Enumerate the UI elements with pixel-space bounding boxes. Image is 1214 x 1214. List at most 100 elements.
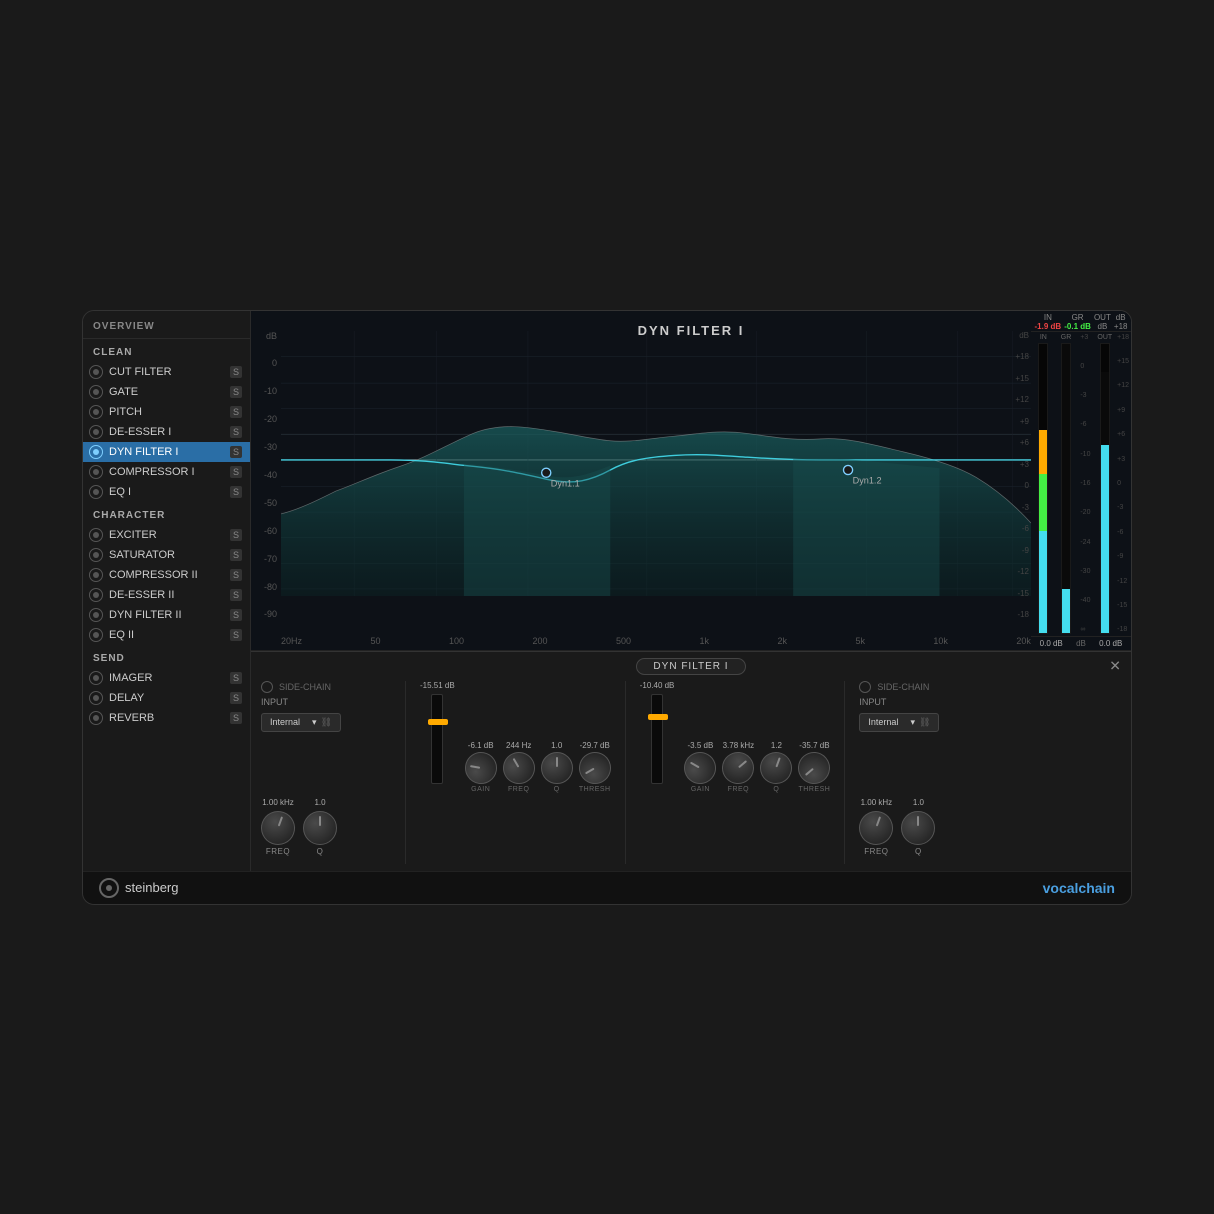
s-badge[interactable]: S bbox=[230, 629, 242, 641]
freq-label-right: FREQ bbox=[864, 847, 888, 856]
s-badge[interactable]: S bbox=[230, 406, 242, 418]
item-power-icon bbox=[89, 385, 103, 399]
s-badge[interactable]: S bbox=[230, 529, 242, 541]
sidebar-item-delay[interactable]: DELAY S bbox=[83, 688, 250, 708]
item-power-icon bbox=[89, 445, 103, 459]
dyn1-gain-val: -6.1 dB bbox=[468, 741, 494, 750]
brand-name: steinberg bbox=[125, 880, 178, 895]
section-label-clean: CLEAN bbox=[83, 339, 250, 362]
dyn2-thresh-val: -35.7 dB bbox=[799, 741, 829, 750]
sidebar-item-label: COMPRESSOR II bbox=[109, 569, 230, 581]
sc-circle[interactable] bbox=[261, 681, 273, 693]
s-badge[interactable]: S bbox=[230, 589, 242, 601]
sidebar-item-saturator[interactable]: SATURATOR S bbox=[83, 545, 250, 565]
sidebar-item-label: REVERB bbox=[109, 712, 230, 724]
dyn2-freq-val: 3.78 kHz bbox=[723, 741, 755, 750]
input-label-left: INPUT bbox=[261, 697, 391, 707]
bottom-out-value: 0.0 dB bbox=[1099, 639, 1122, 648]
item-power-icon bbox=[89, 528, 103, 542]
sidebar-item-cut-filter[interactable]: CUT FILTER S bbox=[83, 362, 250, 382]
sidebar-item-dyn-filter-i[interactable]: DYN FILTER I S bbox=[83, 442, 250, 462]
s-badge[interactable]: S bbox=[230, 446, 242, 458]
sidebar-item-de-esser-ii[interactable]: DE-ESSER II S bbox=[83, 585, 250, 605]
close-button[interactable]: ✕ bbox=[1109, 658, 1121, 675]
s-badge[interactable]: S bbox=[230, 486, 242, 498]
dyn2-q-val: 1.2 bbox=[771, 741, 782, 750]
dyn1-fader-track[interactable] bbox=[431, 694, 443, 784]
dyn2-q-group: 1.2 Q bbox=[760, 741, 792, 793]
item-power-icon bbox=[89, 608, 103, 622]
input-dropdown-right[interactable]: Internal ▾ ⛓ bbox=[859, 713, 939, 732]
divider-2 bbox=[625, 681, 626, 864]
knob-group-q-left: 1.0 Q bbox=[303, 798, 337, 856]
item-power-icon bbox=[89, 405, 103, 419]
s-badge[interactable]: S bbox=[230, 692, 242, 704]
s-badge[interactable]: S bbox=[230, 609, 242, 621]
sidebar-item-label: EQ II bbox=[109, 629, 230, 641]
s-badge[interactable]: S bbox=[230, 426, 242, 438]
freq-knob-right[interactable] bbox=[855, 806, 899, 850]
sidebar-item-dyn-filter-ii[interactable]: DYN FILTER II S bbox=[83, 605, 250, 625]
sidebar-item-label: CUT FILTER bbox=[109, 366, 230, 378]
out-meter-col: OUT bbox=[1094, 334, 1115, 634]
dyn1-freq-knob[interactable] bbox=[497, 746, 541, 790]
dyn1-thresh-group: -29.7 dB THRESH bbox=[579, 741, 611, 793]
gr-meter-col: GR bbox=[1056, 334, 1077, 634]
dyn1-gain-knob[interactable] bbox=[462, 749, 499, 786]
sidebar-item-label: DELAY bbox=[109, 692, 230, 704]
dyn2-q-knob[interactable] bbox=[756, 747, 797, 788]
dyn2-freq-knob[interactable] bbox=[716, 745, 761, 790]
s-badge[interactable]: S bbox=[230, 366, 242, 378]
freq-knob-left[interactable] bbox=[256, 806, 300, 850]
main-content: DYN FILTER I dB 0 -10 -20 -30 -40 -50 -6… bbox=[251, 311, 1131, 871]
sidebar-item-gate[interactable]: GATE S bbox=[83, 382, 250, 402]
sidebar-item-pitch[interactable]: PITCH S bbox=[83, 402, 250, 422]
q-knob-right[interactable] bbox=[901, 811, 935, 845]
in-value: -1.9 dB bbox=[1035, 322, 1062, 331]
side-chain-left: SIDE-CHAIN bbox=[261, 681, 391, 693]
divider-1 bbox=[405, 681, 406, 864]
sidebar-item-imager[interactable]: IMAGER S bbox=[83, 668, 250, 688]
q-knob-left[interactable] bbox=[303, 811, 337, 845]
input-dropdown-left[interactable]: Internal ▾ ⛓ bbox=[261, 713, 341, 732]
input-label-right: INPUT bbox=[859, 697, 989, 707]
sidebar-item-label: GATE bbox=[109, 386, 230, 398]
dyn1-fader-handle bbox=[428, 719, 448, 725]
overview-label: OVERVIEW bbox=[83, 311, 250, 339]
item-power-icon bbox=[89, 465, 103, 479]
spectrum-svg: Dyn1.1 Dyn1.2 bbox=[281, 331, 1031, 596]
bottom-panel-header: DYN FILTER I ✕ bbox=[251, 652, 1131, 681]
sidebar-item-label: COMPRESSOR I bbox=[109, 466, 230, 478]
section-label-character: CHARACTER bbox=[83, 502, 250, 525]
sidebar-item-de-esser-i[interactable]: DE-ESSER I S bbox=[83, 422, 250, 442]
item-power-icon bbox=[89, 711, 103, 725]
s-badge[interactable]: S bbox=[230, 386, 242, 398]
freq-labels: 20Hz 50 100 200 500 1k 2k 5k 10k 20k bbox=[281, 636, 1031, 646]
sidebar-item-eq-ii[interactable]: EQ II S bbox=[83, 625, 250, 645]
dyn2-thresh-knob[interactable] bbox=[792, 745, 837, 790]
dyn1-thresh-knob[interactable] bbox=[573, 746, 617, 790]
s-badge[interactable]: S bbox=[230, 712, 242, 724]
s-badge[interactable]: S bbox=[230, 466, 242, 478]
s-badge[interactable]: S bbox=[230, 569, 242, 581]
sidebar-item-reverb[interactable]: REVERB S bbox=[83, 708, 250, 728]
dyn2-freq-group: 3.78 kHz FREQ bbox=[722, 741, 754, 793]
s-badge[interactable]: S bbox=[230, 672, 242, 684]
dyn2-fader-track[interactable] bbox=[651, 694, 663, 784]
dyn1-q-knob[interactable] bbox=[541, 752, 573, 784]
sidebar-item-eq-i[interactable]: EQ I S bbox=[83, 482, 250, 502]
gr-meter-track bbox=[1061, 343, 1071, 634]
sidebar-item-compressor-ii[interactable]: COMPRESSOR II S bbox=[83, 565, 250, 585]
spectrum-area[interactable]: DYN FILTER I dB 0 -10 -20 -30 -40 -50 -6… bbox=[251, 311, 1131, 651]
dyn2-gain-val: -3.5 dB bbox=[688, 741, 714, 750]
out-label: OUT bbox=[1094, 313, 1111, 322]
dyn2-gain-knob[interactable] bbox=[679, 746, 723, 790]
dyn1-q-val: 1.0 bbox=[551, 741, 562, 750]
out-db-label2: +18 bbox=[1114, 322, 1128, 331]
item-power-icon bbox=[89, 588, 103, 602]
sidebar-item-compressor-i[interactable]: COMPRESSOR I S bbox=[83, 462, 250, 482]
s-badge[interactable]: S bbox=[230, 549, 242, 561]
sc-circle-right[interactable] bbox=[859, 681, 871, 693]
sidebar: OVERVIEW CLEAN CUT FILTER S GATE S PITCH… bbox=[83, 311, 251, 871]
sidebar-item-exciter[interactable]: EXCITER S bbox=[83, 525, 250, 545]
